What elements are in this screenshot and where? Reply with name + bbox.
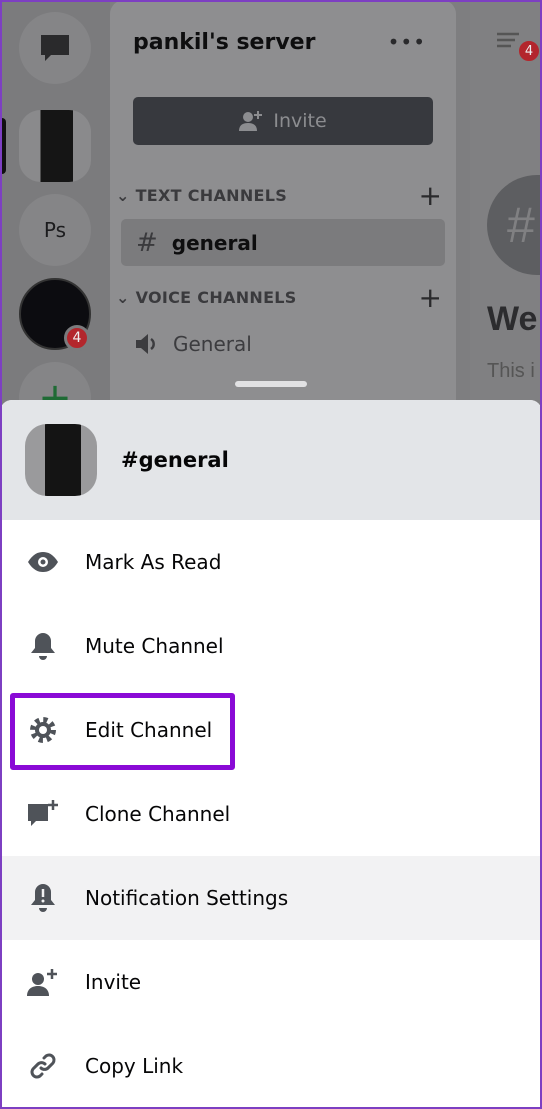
bell-icon <box>27 630 59 662</box>
server-rail: Ps 4 + <box>0 0 110 434</box>
channel-hash-icon: # <box>487 175 542 275</box>
menu-item-notification-settings[interactable]: Notification Settings <box>0 856 542 940</box>
speaker-icon <box>136 334 155 354</box>
mention-badge: 4 <box>516 38 542 64</box>
add-voice-channel-icon[interactable]: + <box>419 284 442 312</box>
add-text-channel-icon[interactable]: + <box>419 182 442 210</box>
sheet-title: #general <box>121 448 229 472</box>
selected-indicator <box>0 118 6 174</box>
server-icon-ps[interactable]: Ps <box>19 194 91 266</box>
welcome-heading: We <box>487 300 538 338</box>
welcome-text: This i <box>487 360 535 382</box>
channel-general[interactable]: # general <box>121 219 445 266</box>
menu-item-invite[interactable]: Invite <box>0 940 542 1024</box>
server-name: pankil's server <box>133 30 316 55</box>
ellipsis-icon[interactable]: ••• <box>388 30 426 54</box>
menu-item-mute-channel[interactable]: Mute Channel <box>0 604 542 688</box>
server-icon-pankil[interactable] <box>19 110 91 182</box>
menu-item-mark-as-read[interactable]: Mark As Read <box>0 520 542 604</box>
hash-icon: # <box>136 227 158 258</box>
link-icon <box>27 1050 59 1082</box>
channel-panel: pankil's server ••• Invite ⌄ TEXT CHANNE… <box>110 0 456 400</box>
menu-item-copy-link[interactable]: Copy Link <box>0 1024 542 1108</box>
sheet-header: #general <box>0 400 542 520</box>
voice-channel-general[interactable]: General <box>135 332 252 356</box>
server-avatar <box>25 424 97 496</box>
user-plus-icon <box>239 111 263 131</box>
chat-plus-icon <box>27 798 59 830</box>
chat-preview: 4 # We This i <box>470 0 542 400</box>
chat-icon <box>41 35 69 61</box>
category-voice-channels[interactable]: ⌄ VOICE CHANNELS <box>116 288 297 307</box>
drag-handle[interactable] <box>235 381 307 387</box>
bell-alert-icon <box>27 882 59 914</box>
eye-icon <box>27 546 59 578</box>
direct-messages-button[interactable] <box>19 12 91 84</box>
invite-button[interactable]: Invite <box>133 97 433 145</box>
category-text-channels[interactable]: ⌄ TEXT CHANNELS <box>116 186 287 205</box>
user-plus-icon <box>27 966 59 998</box>
menu-item-clone-channel[interactable]: Clone Channel <box>0 772 542 856</box>
highlight-box <box>10 693 235 770</box>
unread-badge: 4 <box>64 325 90 351</box>
